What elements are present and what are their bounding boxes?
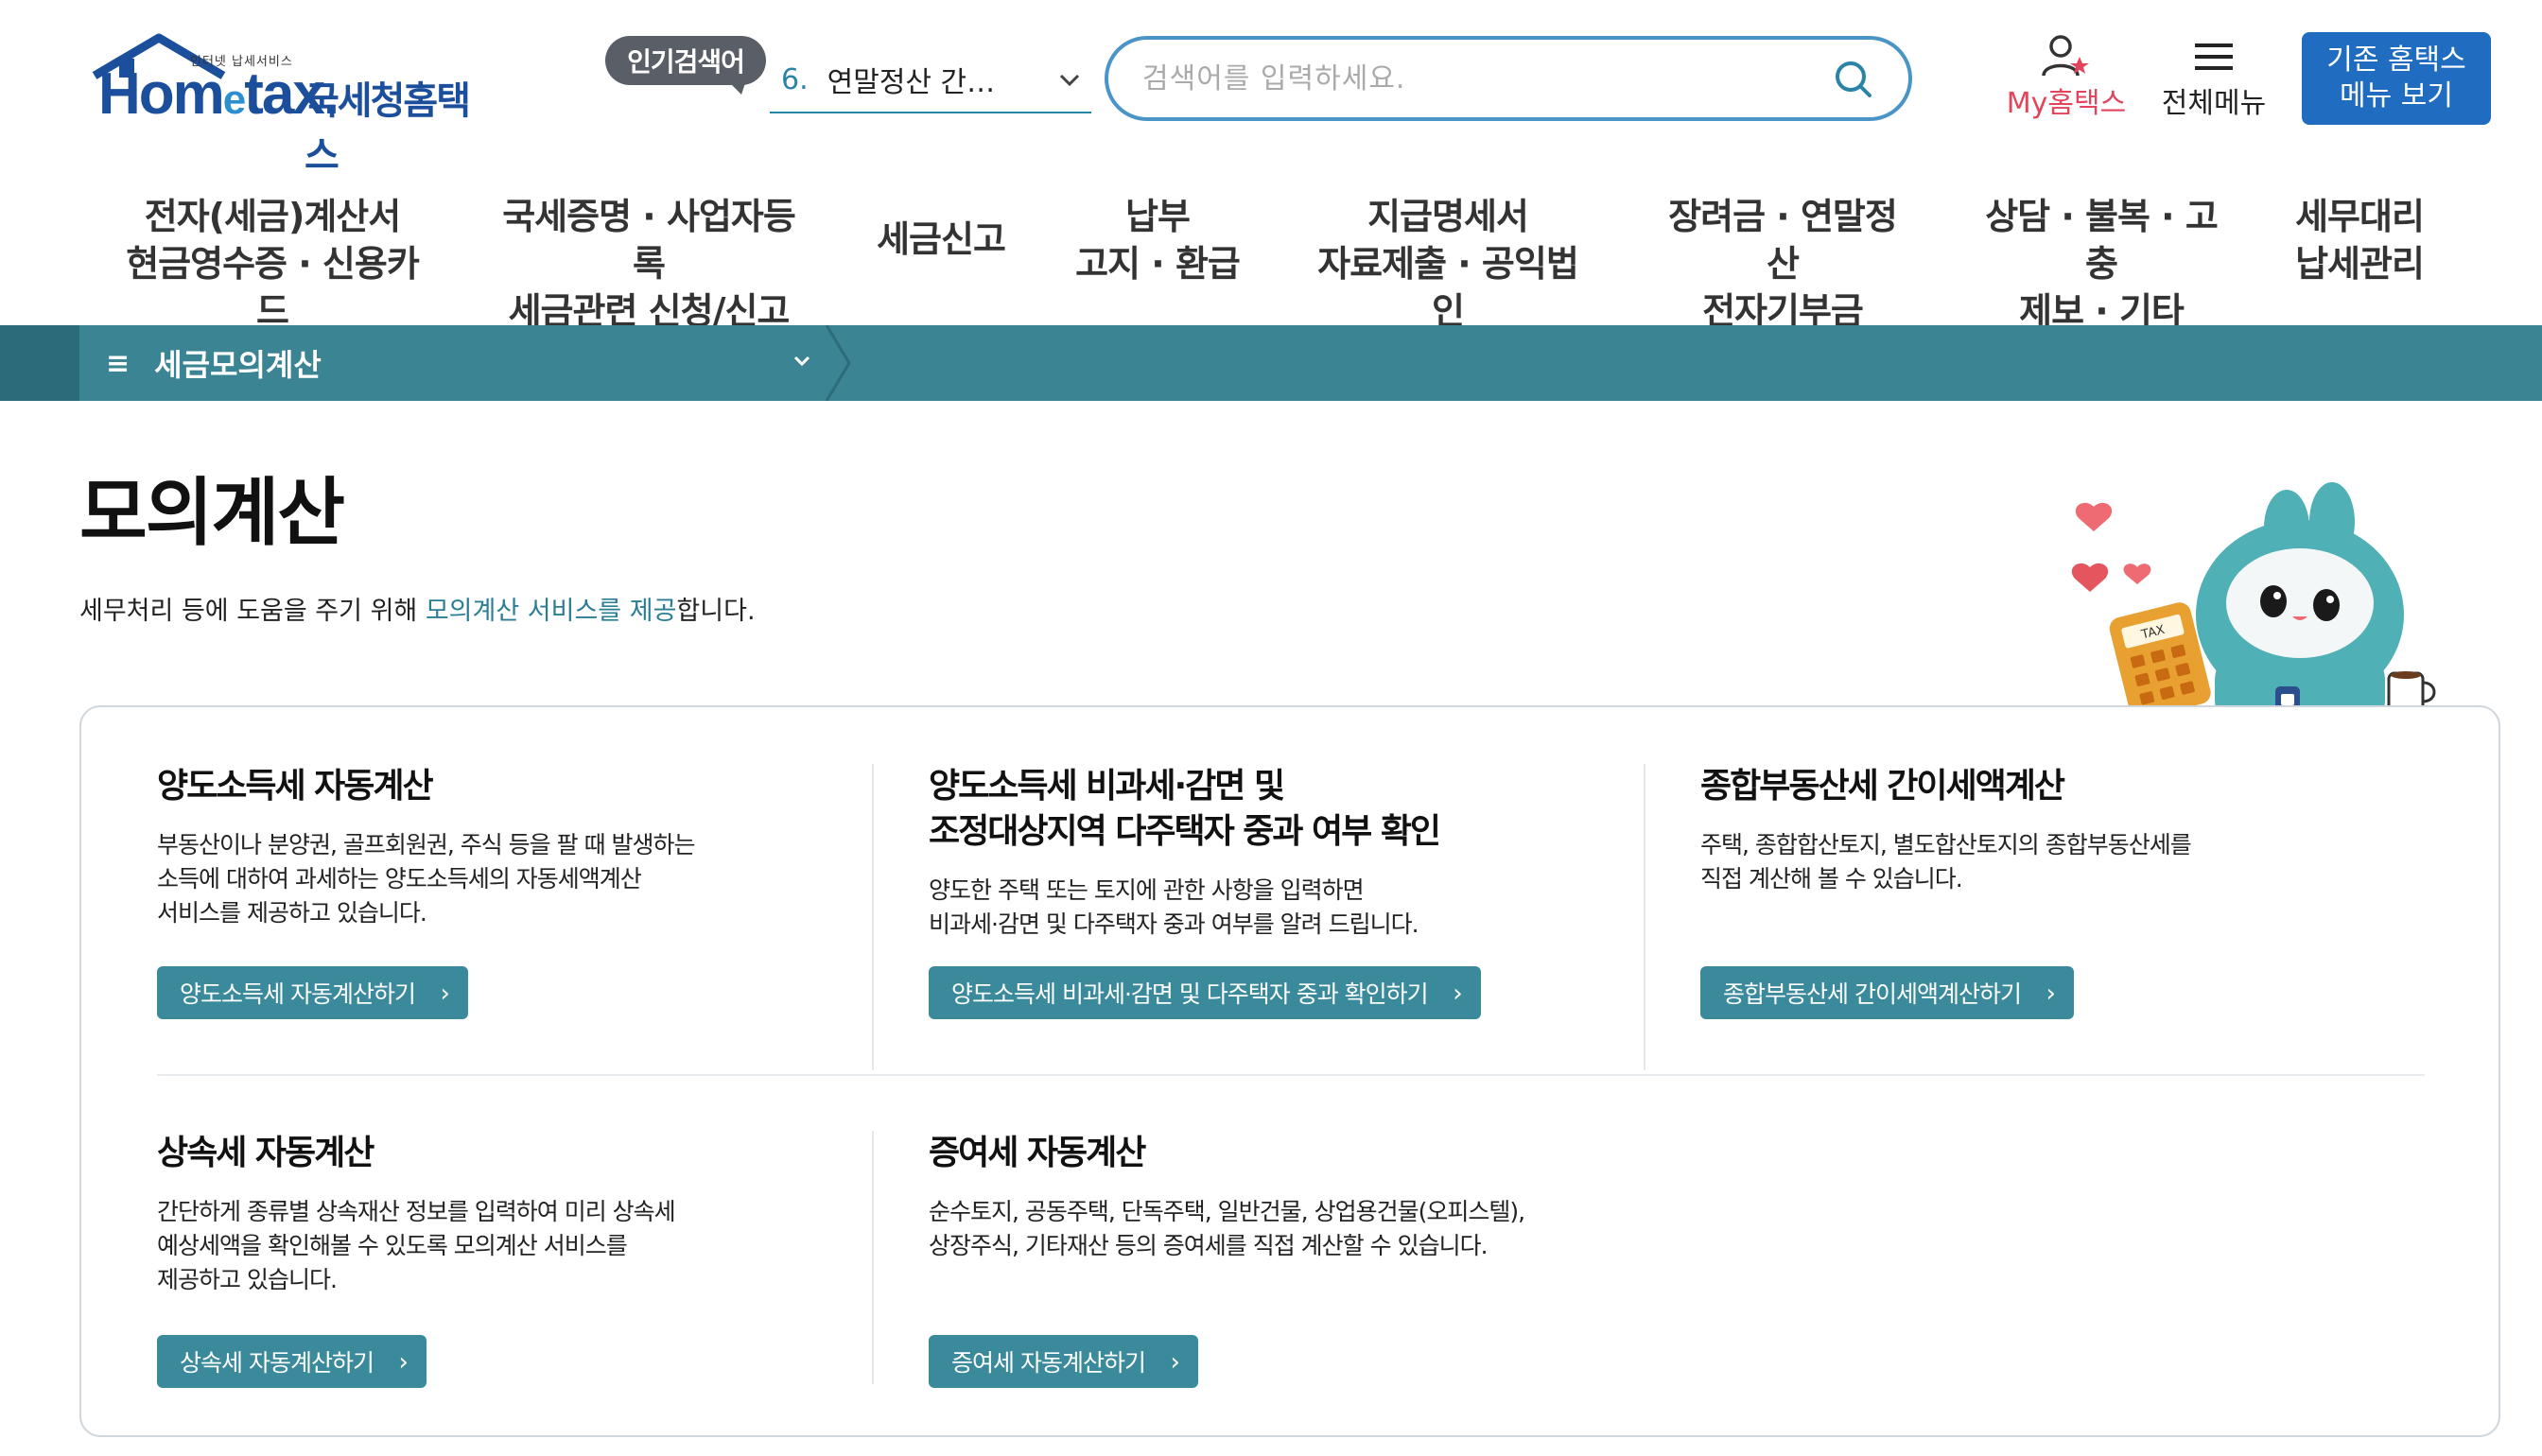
- capital-gains-auto-button[interactable]: 양도소득세 자동계산하기 ›: [157, 966, 468, 1019]
- page-description: 세무처리 등에 도움을 주기 위해 모의계산 서비스를 제공합니다.: [79, 597, 756, 626]
- nav-item-e-invoice[interactable]: 전자(세금)계산서 현금영수증 · 신용카드: [121, 193, 424, 335]
- search-box: [1105, 36, 1912, 121]
- nav-item-incentives[interactable]: 장려금 · 연말정산 전자기부금: [1655, 193, 1910, 335]
- all-menu-button[interactable]: 전체메뉴: [2152, 34, 2275, 120]
- card-gift-tax: 증여세 자동계산 순수토지, 공동주택, 단독주택, 일반건물, 상업용건물(오…: [929, 1131, 1666, 1388]
- list-icon: ≡: [106, 346, 131, 380]
- old-menu-button[interactable]: 기존 홈택스 메뉴 보기: [2302, 32, 2491, 125]
- popular-keyword: 연말정산 간…: [827, 66, 996, 99]
- card-description: 부동산이나 분양권, 골프회원권, 주식 등을 팔 때 발생하는 소득에 대하여…: [157, 831, 696, 927]
- card-description: 순수토지, 공동주택, 단독주택, 일반건물, 상업용건물(오피스텔), 상장주…: [929, 1198, 1525, 1259]
- card-title: 종합부동산세 간이세액계산: [1700, 767, 2065, 806]
- card-title: 상속세 자동계산: [157, 1134, 374, 1172]
- logo-subtitle: 국세청홈택스: [305, 79, 471, 178]
- logo-wordmark: Hometax.: [98, 61, 340, 127]
- chevron-right-icon: ›: [398, 1348, 409, 1377]
- button-label: 상속세 자동계산하기: [180, 1349, 374, 1377]
- nav-item-tax-filing[interactable]: 세금신고: [870, 216, 1012, 263]
- button-label: 증여세 자동계산하기: [951, 1349, 1146, 1377]
- breadcrumb-label: 세금모의계산: [154, 347, 322, 383]
- nav-item-tax-agent[interactable]: 세무대리 납세관리: [2289, 193, 2430, 287]
- breadcrumb-bar: ≡ 세금모의계산: [0, 325, 2542, 401]
- breadcrumb-separator-icon: [825, 325, 851, 401]
- main-navigation: 전자(세금)계산서 현금영수증 · 신용카드 국세증명 · 사업자등록 세금관련…: [0, 170, 2542, 332]
- hometax-logo[interactable]: 인터넷 납세서비스 Hometax. 국세청홈택스: [81, 32, 497, 178]
- real-estate-tax-button[interactable]: 종합부동산세 간이세액계산하기 ›: [1700, 966, 2074, 1019]
- button-label: 종합부동산세 간이세액계산하기: [1723, 980, 2022, 1008]
- my-hometax-button[interactable]: My홈택스: [1995, 34, 2137, 120]
- nav-item-payment-statement[interactable]: 지급명세서 자료제출 · 공익법인: [1311, 193, 1585, 335]
- search-icon[interactable]: [1833, 59, 1874, 100]
- column-divider: [872, 764, 874, 1070]
- column-divider: [872, 1131, 874, 1384]
- card-description: 양도한 주택 또는 토지에 관한 사항을 입력하면 비과세·감면 및 다주택자 …: [929, 876, 1419, 938]
- card-inheritance-tax: 상속세 자동계산 간단하게 종류별 상속재산 정보를 입력하여 미리 상속세 예…: [157, 1131, 857, 1388]
- nav-item-consultation[interactable]: 상담 · 불복 · 고충 제보 · 기타: [1978, 193, 2224, 335]
- card-capital-gains-auto: 양도소득세 자동계산 부동산이나 분양권, 골프회원권, 주식 등을 팔 때 발…: [157, 764, 857, 1019]
- chevron-right-icon: ›: [1453, 979, 1462, 1008]
- popular-search-dropdown[interactable]: 6. 연말정산 간…: [770, 47, 1091, 113]
- card-title: 증여세 자동계산: [929, 1134, 1146, 1172]
- card-description: 주택, 종합합산토지, 별도합산토지의 종합부동산세를 직접 계산해 볼 수 있…: [1700, 831, 2192, 893]
- inheritance-tax-button[interactable]: 상속세 자동계산하기 ›: [157, 1335, 427, 1388]
- chevron-right-icon: ›: [2046, 979, 2056, 1008]
- chevron-down-icon: [1055, 66, 1084, 102]
- gift-tax-button[interactable]: 증여세 자동계산하기 ›: [929, 1335, 1198, 1388]
- hamburger-icon: [2195, 43, 2233, 70]
- breadcrumb-dropdown[interactable]: ≡ 세금모의계산: [79, 325, 836, 401]
- nav-item-payment[interactable]: 납부 고지 · 환급: [1072, 193, 1243, 287]
- row-divider: [157, 1074, 2425, 1076]
- mascot-illustration: TAX: [2071, 482, 2436, 737]
- chevron-down-icon: [789, 348, 815, 381]
- breadcrumb-home-block: [0, 325, 79, 401]
- all-menu-label: 전체메뉴: [2161, 87, 2267, 120]
- card-comprehensive-real-estate: 종합부동산세 간이세액계산 주택, 종합합산토지, 별도합산토지의 종합부동산세…: [1700, 764, 2400, 1019]
- popular-search-badge: 인기검색어: [605, 36, 766, 95]
- popular-rank: 6.: [781, 62, 809, 96]
- card-capital-gains-exemption: 양도소득세 비과세·감면 및 조정대상지역 다주택자 중과 여부 확인 양도한 …: [929, 764, 1628, 1019]
- header: 인터넷 납세서비스 Hometax. 국세청홈택스 인기검색어 6. 연말정산 …: [0, 0, 2542, 178]
- card-title: 양도소득세 자동계산: [157, 767, 434, 806]
- old-menu-label: 기존 홈택스 메뉴 보기: [2326, 43, 2466, 113]
- button-label: 양도소득세 자동계산하기: [180, 980, 416, 1008]
- card-title: 양도소득세 비과세·감면 및 조정대상지역 다주택자 중과 여부 확인: [929, 767, 1441, 851]
- page-title: 모의계산: [79, 471, 345, 556]
- chevron-right-icon: ›: [1170, 1348, 1180, 1377]
- button-label: 양도소득세 비과세·감면 및 다주택자 중과 확인하기: [951, 980, 1429, 1008]
- my-hometax-label: My홈택스: [2006, 87, 2127, 120]
- nav-item-certificates[interactable]: 국세증명 · 사업자등록 세금관련 신청/신고: [499, 193, 798, 335]
- column-divider: [1644, 764, 1645, 1070]
- calculator-panel: 양도소득세 자동계산 부동산이나 분양권, 골프회원권, 주식 등을 팔 때 발…: [79, 705, 2500, 1437]
- card-description: 간단하게 종류별 상속재산 정보를 입력하여 미리 상속세 예상세액을 확인해볼…: [157, 1198, 676, 1293]
- user-star-icon: [2042, 35, 2089, 77]
- chevron-right-icon: ›: [440, 979, 450, 1008]
- search-input[interactable]: [1142, 55, 1804, 102]
- capital-gains-exemption-button[interactable]: 양도소득세 비과세·감면 및 다주택자 중과 확인하기 ›: [929, 966, 1481, 1019]
